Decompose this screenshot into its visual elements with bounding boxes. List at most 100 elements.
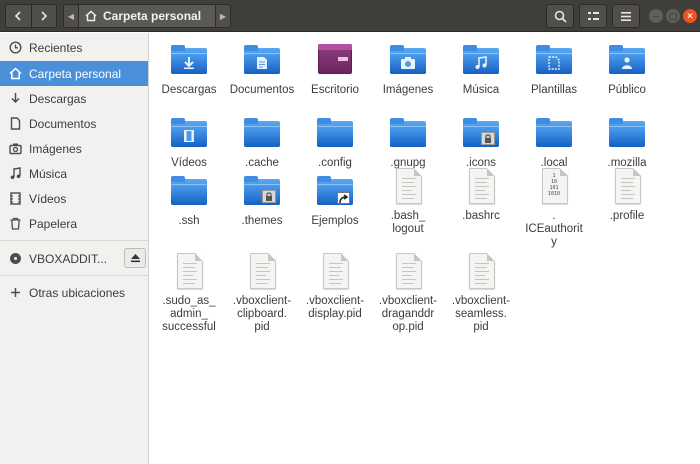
sidebar-item-otras-ubicaciones[interactable]: Otras ubicaciones <box>0 280 148 305</box>
close-button[interactable]: ✕ <box>683 9 697 23</box>
file-name: .sudo_as_ admin_ successful <box>162 295 216 333</box>
sidebar-item-descargas[interactable]: Descargas <box>0 86 148 111</box>
sidebar-item-videos[interactable]: Vídeos <box>0 186 148 211</box>
file-name: Documentos <box>229 84 295 96</box>
folder-icon <box>315 173 355 213</box>
back-button[interactable] <box>6 5 31 27</box>
folder-download-icon <box>169 42 209 82</box>
file-item-vboxclient-display[interactable]: .vboxclient- display.pid <box>297 253 373 321</box>
file-name: .vboxclient- clipboard. pid <box>232 295 292 333</box>
file-item-mozilla[interactable]: .mozilla <box>589 115 665 170</box>
sidebar-item-musica[interactable]: Música <box>0 161 148 186</box>
sidebar-item-papelera[interactable]: Papelera <box>0 211 148 236</box>
file-item-videos[interactable]: Vídeos <box>151 115 227 170</box>
file-item-iceauthority[interactable]: 1 10 101 1010 . ICEauthorit y <box>516 168 592 249</box>
plus-icon <box>8 286 22 300</box>
minimize-button[interactable]: – <box>649 9 663 23</box>
home-icon <box>8 67 22 81</box>
file-item-vboxclient-clipboard[interactable]: .vboxclient- clipboard. pid <box>224 253 300 334</box>
sidebar-item-label: VBOXADDIT... <box>29 251 108 266</box>
file-item-bashrc[interactable]: .bashrc <box>443 168 519 223</box>
desktop-folder-icon <box>315 42 355 82</box>
file-item-musica[interactable]: Música <box>443 42 519 97</box>
clock-icon <box>8 41 22 55</box>
sidebar-item-label: Música <box>29 166 68 181</box>
path-crumb-label: Carpeta personal <box>103 9 202 23</box>
folder-icon <box>169 173 209 213</box>
file-item-plantillas[interactable]: Plantillas <box>516 42 592 97</box>
file-item-config[interactable]: .config <box>297 115 373 170</box>
path-bar: ◀ Carpeta personal ▶ <box>63 4 231 28</box>
sidebar-item-imagenes[interactable]: Imágenes <box>0 136 148 161</box>
sidebar-item-label: Recientes <box>29 40 83 55</box>
file-item-local[interactable]: .local <box>516 115 592 170</box>
file-name: .profile <box>609 210 645 222</box>
hamburger-menu-icon <box>621 11 631 21</box>
file-name: .vboxclient- seamless. pid <box>451 295 511 333</box>
text-file-icon <box>169 253 209 293</box>
file-name: Descargas <box>161 84 217 96</box>
eject-button[interactable] <box>124 248 146 268</box>
sidebar-item-documentos[interactable]: Documentos <box>0 111 148 136</box>
file-item-documentos[interactable]: Documentos <box>224 42 300 97</box>
download-icon <box>8 92 22 106</box>
maximize-icon: ▢ <box>668 10 678 21</box>
list-view-icon <box>587 12 599 20</box>
binary-file-icon: 1 10 101 1010 <box>534 168 574 208</box>
file-item-themes[interactable]: .themes <box>224 173 300 228</box>
file-item-vboxclient-seamless[interactable]: .vboxclient- seamless. pid <box>443 253 519 334</box>
trash-icon <box>8 217 22 231</box>
view-toggle-button[interactable] <box>579 4 607 28</box>
file-name: Imágenes <box>382 84 434 96</box>
lock-emblem-icon <box>481 132 495 145</box>
maximize-button[interactable]: ▢ <box>666 9 680 23</box>
folder-videos-icon <box>169 115 209 155</box>
file-name: .bash_ logout <box>390 210 426 235</box>
file-name: Ejemplos <box>311 215 359 227</box>
file-item-bash-logout[interactable]: .bash_ logout <box>370 168 446 236</box>
file-item-publico[interactable]: Público <box>589 42 665 97</box>
text-file-icon <box>388 168 428 208</box>
file-item-profile[interactable]: .profile <box>589 168 665 223</box>
menu-button[interactable] <box>612 4 640 28</box>
file-name: .cache <box>245 157 279 169</box>
file-name: Música <box>462 84 500 96</box>
file-name: .themes <box>241 215 283 227</box>
path-scroll-right-button[interactable]: ▶ <box>216 5 230 27</box>
folder-icon <box>461 115 501 155</box>
sidebar-item-recientes[interactable]: Recientes <box>0 35 148 60</box>
file-item-descargas[interactable]: Descargas <box>151 42 227 97</box>
text-file-icon <box>607 168 647 208</box>
lock-emblem-icon <box>262 190 276 203</box>
file-name: .bashrc <box>462 210 500 222</box>
file-item-icons[interactable]: .icons <box>443 115 519 170</box>
eject-icon <box>130 254 140 263</box>
search-button[interactable] <box>546 4 574 28</box>
navigation-buttons <box>5 4 57 28</box>
file-item-cache[interactable]: .cache <box>224 115 300 170</box>
folder-templates-icon <box>534 42 574 82</box>
forward-button[interactable] <box>30 5 56 27</box>
file-item-gnupg[interactable]: .gnupg <box>370 115 446 170</box>
path-crumb-home[interactable]: Carpeta personal <box>78 5 216 27</box>
file-item-vboxclient-draganddrop[interactable]: .vboxclient- draganddr op.pid <box>370 253 446 334</box>
folder-icon <box>242 115 282 155</box>
folder-music-icon <box>461 42 501 82</box>
file-name: .vboxclient- draganddr op.pid <box>378 295 438 333</box>
file-item-imagenes[interactable]: Imágenes <box>370 42 446 97</box>
back-icon <box>15 11 21 21</box>
file-item-ssh[interactable]: .ssh <box>151 173 227 228</box>
text-file-icon <box>242 253 282 293</box>
sidebar-item-carpeta-personal[interactable]: Carpeta personal <box>0 61 148 86</box>
folder-icon <box>315 115 355 155</box>
text-file-icon <box>388 253 428 293</box>
file-name: Público <box>608 84 646 96</box>
text-file-icon <box>461 168 501 208</box>
path-scroll-left-button[interactable]: ◀ <box>64 5 78 27</box>
file-name: Plantillas <box>530 84 578 96</box>
file-name: Vídeos <box>171 157 207 169</box>
text-file-icon <box>315 253 355 293</box>
file-item-ejemplos[interactable]: Ejemplos <box>297 173 373 228</box>
file-item-escritorio[interactable]: Escritorio <box>297 42 373 97</box>
file-item-sudo-as-admin-successful[interactable]: .sudo_as_ admin_ successful <box>151 253 227 334</box>
